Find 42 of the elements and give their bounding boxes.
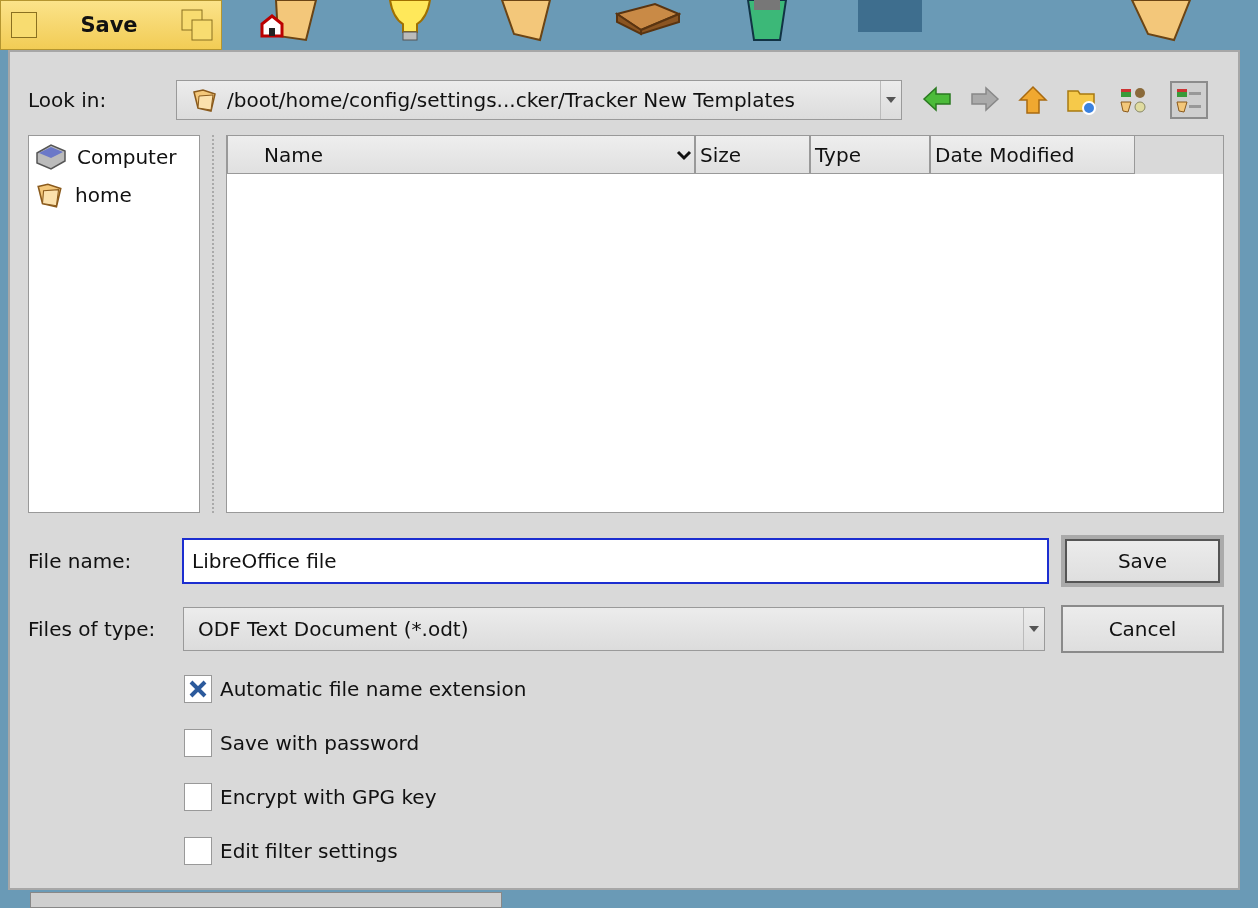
option-label[interactable]: Encrypt with GPG key [220, 785, 437, 809]
file-name-field[interactable]: LibreOffice file [182, 538, 1049, 584]
option-label[interactable]: Edit filter settings [220, 839, 398, 863]
folder-icon [191, 86, 219, 114]
cancel-button[interactable]: Cancel [1061, 605, 1224, 653]
dropdown-caret-icon[interactable] [1029, 626, 1040, 632]
window-title: Save [80, 13, 138, 37]
place-item[interactable]: Computer [77, 145, 177, 169]
folder-icon[interactable] [1130, 0, 1192, 42]
option-label[interactable]: Save with password [220, 731, 420, 755]
file-name-label: File name: [28, 549, 133, 573]
trash-can-icon[interactable] [744, 0, 790, 42]
icon-grid-icon [1118, 85, 1148, 115]
close-box-icon[interactable] [11, 12, 37, 38]
look-in-combobox[interactable]: /boot/home/config/settings...cker/Tracker New Templates [176, 80, 902, 120]
column-header[interactable]: Date Modified [930, 136, 1135, 174]
folder-icon[interactable] [500, 0, 552, 42]
column-header[interactable]: Type [810, 136, 930, 174]
check-cross-icon [189, 680, 207, 698]
computer-icon [35, 143, 67, 171]
sort-caret-icon [676, 149, 692, 161]
file-type-value: ODF Text Document (*.odt) [198, 617, 469, 641]
file-type-label: Files of type: [28, 617, 157, 641]
column-header[interactable]: Name [227, 136, 695, 174]
option-label[interactable]: Automatic file name extension [220, 677, 527, 701]
path-text: /boot/home/config/settings...cker/Tracker New Templates [227, 88, 795, 112]
checkbox[interactable] [184, 783, 212, 811]
folder-with-house-icon[interactable] [258, 0, 320, 42]
checkbox[interactable] [184, 729, 212, 757]
book-icon[interactable] [615, 0, 681, 36]
image-thumbnail[interactable] [858, 0, 922, 32]
column-header[interactable]: Size [695, 136, 810, 174]
dropdown-caret-icon[interactable] [886, 97, 896, 103]
save-button[interactable]: Save [1060, 535, 1224, 587]
look-in-label: Look in: [28, 88, 108, 112]
up-arrow-icon[interactable] [1018, 85, 1048, 115]
detail-view-button[interactable] [1170, 81, 1208, 119]
checkbox[interactable] [184, 837, 212, 865]
place-item[interactable]: home [75, 183, 132, 207]
checkbox[interactable] [184, 675, 212, 703]
file-type-combobox[interactable]: ODF Text Document (*.odt) [183, 607, 1046, 651]
zoom-box-icon[interactable] [181, 9, 213, 41]
